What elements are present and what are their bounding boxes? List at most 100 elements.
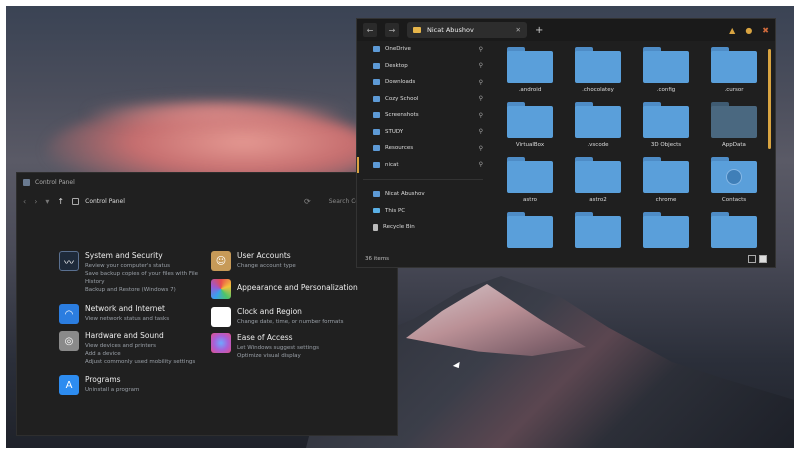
folder-item[interactable]: 3D Objects bbox=[633, 102, 699, 149]
refresh-button[interactable]: ⟳ bbox=[304, 197, 311, 206]
forward-arrow-icon[interactable]: → bbox=[385, 23, 399, 37]
control-panel-titlebar[interactable]: Control Panel ▲ bbox=[17, 173, 397, 191]
folder-item[interactable] bbox=[633, 212, 699, 253]
close-tab-button[interactable]: ✕ bbox=[516, 26, 521, 34]
maximize-button[interactable]: ● bbox=[745, 26, 752, 35]
folder-item[interactable]: Contacts bbox=[701, 157, 767, 204]
category-title[interactable]: Ease of Access bbox=[237, 333, 319, 342]
sidebar-item[interactable]: This PC bbox=[357, 203, 489, 220]
folder-item[interactable]: AppData bbox=[701, 102, 767, 149]
sidebar-item[interactable]: Recycle Bin bbox=[357, 219, 489, 236]
category-link[interactable]: Change account type bbox=[237, 262, 296, 270]
folder-item[interactable]: .chocolatey bbox=[565, 47, 631, 94]
category-clock-region[interactable]: ◷ Clock and Region Change date, time, or… bbox=[211, 307, 391, 327]
category-title[interactable]: Network and Internet bbox=[85, 304, 169, 313]
category-system-security[interactable]: 〰 System and Security Review your comput… bbox=[59, 251, 209, 294]
folder-icon bbox=[373, 112, 380, 119]
category-programs[interactable]: A Programs Uninstall a program bbox=[59, 375, 209, 395]
sidebar-item[interactable]: Downloads ⚲ bbox=[357, 74, 489, 91]
folder-label: .vscode bbox=[587, 142, 609, 148]
window-controls: ▲ ● ✖ bbox=[729, 26, 769, 35]
pin-icon[interactable]: ⚲ bbox=[479, 46, 483, 53]
category-appearance[interactable]: Appearance and Personalization bbox=[211, 279, 391, 299]
explorer-sidebar: OneDrive ⚲ Desktop ⚲ Downloads ⚲ Cozy School ⚲ S… bbox=[357, 41, 489, 251]
folder-icon bbox=[711, 212, 757, 248]
folder-item[interactable] bbox=[497, 212, 563, 253]
item-count: 36 items bbox=[365, 256, 390, 262]
pin-icon[interactable]: ⚲ bbox=[479, 161, 483, 168]
folder-item[interactable]: .cursor bbox=[701, 47, 767, 94]
sidebar-item[interactable]: OneDrive ⚲ bbox=[357, 41, 489, 58]
category-network-internet[interactable]: ◠ Network and Internet View network stat… bbox=[59, 304, 209, 324]
ease-icon bbox=[211, 333, 231, 353]
pin-icon[interactable]: ⚲ bbox=[479, 62, 483, 69]
folder-item[interactable]: VirtualBox bbox=[497, 102, 563, 149]
folder-icon bbox=[373, 46, 380, 53]
folder-grid: .android .chocolatey .config .cursor Virtual… bbox=[497, 47, 773, 253]
back-button[interactable]: ‹ bbox=[23, 197, 26, 206]
minimize-button[interactable]: ▲ bbox=[729, 26, 735, 35]
category-link[interactable]: Change date, time, or number formats bbox=[237, 318, 343, 326]
category-title[interactable]: Hardware and Sound bbox=[85, 331, 195, 340]
category-link[interactable]: Save backup copies of your files with Fi… bbox=[85, 270, 209, 286]
folder-item[interactable]: .config bbox=[633, 47, 699, 94]
folder-label: VirtualBox bbox=[515, 142, 545, 148]
sidebar-item[interactable]: STUDY ⚲ bbox=[357, 124, 489, 141]
category-link[interactable]: Add a device bbox=[85, 350, 195, 358]
category-link[interactable]: View devices and printers bbox=[85, 342, 195, 350]
pin-icon[interactable]: ⚲ bbox=[479, 145, 483, 152]
details-view-button[interactable] bbox=[748, 255, 756, 263]
close-button[interactable]: ✖ bbox=[762, 26, 769, 35]
category-title[interactable]: User Accounts bbox=[237, 251, 296, 260]
sidebar-item[interactable]: Nicat Abushov bbox=[357, 186, 489, 203]
network-icon: ◠ bbox=[59, 304, 79, 324]
folder-icon bbox=[575, 212, 621, 248]
clock-icon: ◷ bbox=[211, 307, 231, 327]
folder-label: .config bbox=[656, 87, 676, 93]
folder-item[interactable] bbox=[701, 212, 767, 253]
breadcrumb[interactable]: Control Panel bbox=[85, 198, 125, 205]
pin-icon[interactable]: ⚲ bbox=[479, 79, 483, 86]
category-link[interactable]: Uninstall a program bbox=[85, 386, 139, 394]
category-title[interactable]: Clock and Region bbox=[237, 307, 343, 316]
category-link[interactable]: Review your computer's status bbox=[85, 262, 209, 270]
recent-locations-button[interactable]: ▾ bbox=[45, 197, 49, 206]
scrollbar[interactable] bbox=[768, 49, 771, 149]
explorer-tab[interactable]: Nicat Abushov ✕ bbox=[407, 22, 527, 38]
category-link[interactable]: View network status and tasks bbox=[85, 315, 169, 323]
folder-item[interactable]: .vscode bbox=[565, 102, 631, 149]
forward-button[interactable]: › bbox=[34, 197, 37, 206]
folder-item[interactable]: .android bbox=[497, 47, 563, 94]
category-title[interactable]: System and Security bbox=[85, 251, 209, 260]
category-hardware-sound[interactable]: ◎ Hardware and Sound View devices and pr… bbox=[59, 331, 209, 366]
address-bar[interactable]: Control Panel bbox=[72, 197, 125, 205]
folder-item[interactable] bbox=[565, 212, 631, 253]
category-link[interactable]: Backup and Restore (Windows 7) bbox=[85, 286, 209, 294]
folder-item[interactable]: astro bbox=[497, 157, 563, 204]
folder-item[interactable]: astro2 bbox=[565, 157, 631, 204]
new-tab-button[interactable]: + bbox=[535, 25, 543, 36]
sidebar-item-label: Desktop bbox=[385, 62, 408, 69]
category-title[interactable]: Programs bbox=[85, 375, 139, 384]
folder-label: .chocolatey bbox=[582, 87, 614, 93]
category-title[interactable]: Appearance and Personalization bbox=[237, 283, 358, 292]
category-ease-of-access[interactable]: Ease of Access Let Windows suggest setti… bbox=[211, 333, 391, 360]
sidebar-item[interactable]: Resources ⚲ bbox=[357, 140, 489, 157]
pin-icon[interactable]: ⚲ bbox=[479, 128, 483, 135]
pin-icon[interactable]: ⚲ bbox=[479, 95, 483, 102]
sidebar-item[interactable]: Screenshots ⚲ bbox=[357, 107, 489, 124]
category-link[interactable]: Optimize visual display bbox=[237, 352, 319, 360]
sidebar-item-label: STUDY bbox=[385, 128, 404, 135]
folder-icon bbox=[711, 47, 757, 83]
pin-icon[interactable]: ⚲ bbox=[479, 112, 483, 119]
sidebar-item[interactable]: Desktop ⚲ bbox=[357, 58, 489, 75]
back-arrow-icon[interactable]: ← bbox=[363, 23, 377, 37]
folder-item[interactable]: chrome bbox=[633, 157, 699, 204]
sidebar-item[interactable]: nicat ⚲ bbox=[357, 156, 489, 173]
category-link[interactable]: Let Windows suggest settings bbox=[237, 344, 319, 352]
up-button[interactable]: ↑ bbox=[57, 197, 64, 206]
category-link[interactable]: Adjust commonly used mobility settings bbox=[85, 358, 195, 366]
sidebar-item[interactable]: Cozy School ⚲ bbox=[357, 91, 489, 108]
wallpaper-cloud bbox=[86, 98, 346, 128]
icons-view-button[interactable] bbox=[759, 255, 767, 263]
